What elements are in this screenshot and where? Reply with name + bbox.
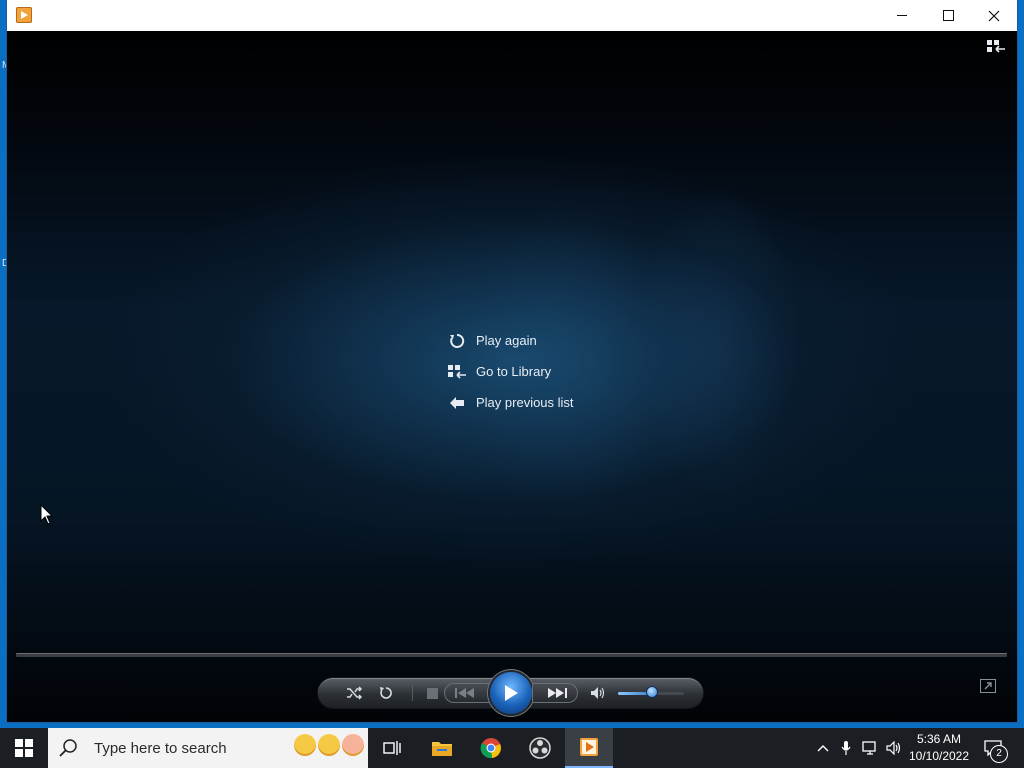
clock-date: 10/10/2022: [908, 749, 970, 763]
switch-to-library-button[interactable]: [987, 39, 1005, 55]
previous-button[interactable]: [444, 683, 490, 703]
search-highlight-icon: [294, 734, 364, 756]
back-arrow-icon: [447, 395, 467, 411]
media-player-window: Play again Go to Library Play previous l…: [7, 0, 1017, 722]
stop-icon: [426, 687, 438, 699]
go-to-library-label: Go to Library: [476, 364, 552, 379]
playback-controls: [318, 672, 703, 714]
close-button[interactable]: [971, 0, 1017, 31]
shuffle-icon: [347, 686, 362, 700]
start-button[interactable]: [0, 728, 48, 768]
next-icon: [548, 688, 567, 698]
microphone-button[interactable]: [836, 728, 856, 768]
windows-media-player-icon: [580, 738, 598, 756]
mute-button[interactable]: [586, 678, 610, 708]
shuffle-button[interactable]: [342, 678, 366, 708]
notification-count-badge: 2: [990, 745, 1008, 763]
play-previous-list-option[interactable]: Play previous list: [447, 387, 574, 418]
emoji-icon: [342, 734, 364, 756]
mouse-pointer-icon: [40, 503, 54, 531]
file-explorer-button[interactable]: [418, 728, 466, 768]
speaker-icon: [591, 687, 605, 699]
maximize-icon: [942, 10, 954, 21]
chrome-button[interactable]: [467, 728, 515, 768]
emoji-icon: [294, 734, 316, 756]
seek-bar[interactable]: [16, 653, 1007, 657]
play-again-option[interactable]: Play again: [447, 325, 574, 356]
task-view-icon: [383, 741, 401, 755]
switch-to-library-icon: [987, 40, 1005, 53]
obs-studio-button[interactable]: [516, 728, 564, 768]
stop-button[interactable]: [420, 678, 444, 708]
network-icon: [862, 741, 876, 755]
folder-icon: [432, 742, 452, 756]
now-playing-area: Play again Go to Library Play previous l…: [7, 31, 1017, 722]
chevron-up-icon: [817, 745, 829, 752]
play-previous-list-label: Play previous list: [476, 395, 574, 410]
divider: [412, 685, 413, 701]
repeat-button[interactable]: [374, 678, 398, 708]
play-icon: [505, 685, 518, 701]
replay-icon: [447, 333, 467, 349]
search-box[interactable]: Type here to search: [48, 728, 368, 768]
minimize-button[interactable]: [879, 0, 925, 31]
chrome-icon: [480, 738, 501, 759]
close-icon: [988, 10, 1000, 21]
task-view-button[interactable]: [368, 728, 416, 768]
emoji-icon: [318, 734, 340, 756]
network-button[interactable]: [860, 728, 882, 768]
end-of-playback-menu: Play again Go to Library Play previous l…: [447, 325, 574, 418]
obs-icon: [529, 737, 551, 759]
volume-tray-button[interactable]: [883, 728, 905, 768]
play-button[interactable]: [490, 672, 532, 714]
clock-time: 5:36 AM: [916, 732, 962, 746]
microphone-icon: [841, 741, 851, 755]
taskbar: Type here to search 5:36 AM 10/10/2022 2: [0, 728, 1024, 768]
fullscreen-button[interactable]: [980, 679, 996, 693]
search-placeholder: Type here to search: [94, 739, 227, 757]
volume-slider-thumb[interactable]: [647, 687, 657, 697]
play-again-label: Play again: [476, 333, 537, 348]
windows-media-player-taskbar-button[interactable]: [565, 728, 613, 768]
previous-icon: [455, 688, 474, 698]
minimize-icon: [897, 15, 907, 16]
next-button[interactable]: [532, 683, 578, 703]
show-hidden-icons-button[interactable]: [812, 728, 834, 768]
repeat-icon: [380, 687, 392, 699]
go-to-library-option[interactable]: Go to Library: [447, 356, 574, 387]
windows-media-player-icon: [16, 7, 32, 23]
fullscreen-icon: [980, 679, 996, 693]
library-icon: [447, 364, 467, 380]
windows-logo-icon: [15, 739, 33, 757]
clock[interactable]: 5:36 AM 10/10/2022: [905, 731, 973, 765]
search-icon: [59, 739, 77, 757]
maximize-button[interactable]: [925, 0, 971, 31]
title-bar[interactable]: [7, 0, 1017, 32]
volume-icon: [886, 741, 901, 755]
